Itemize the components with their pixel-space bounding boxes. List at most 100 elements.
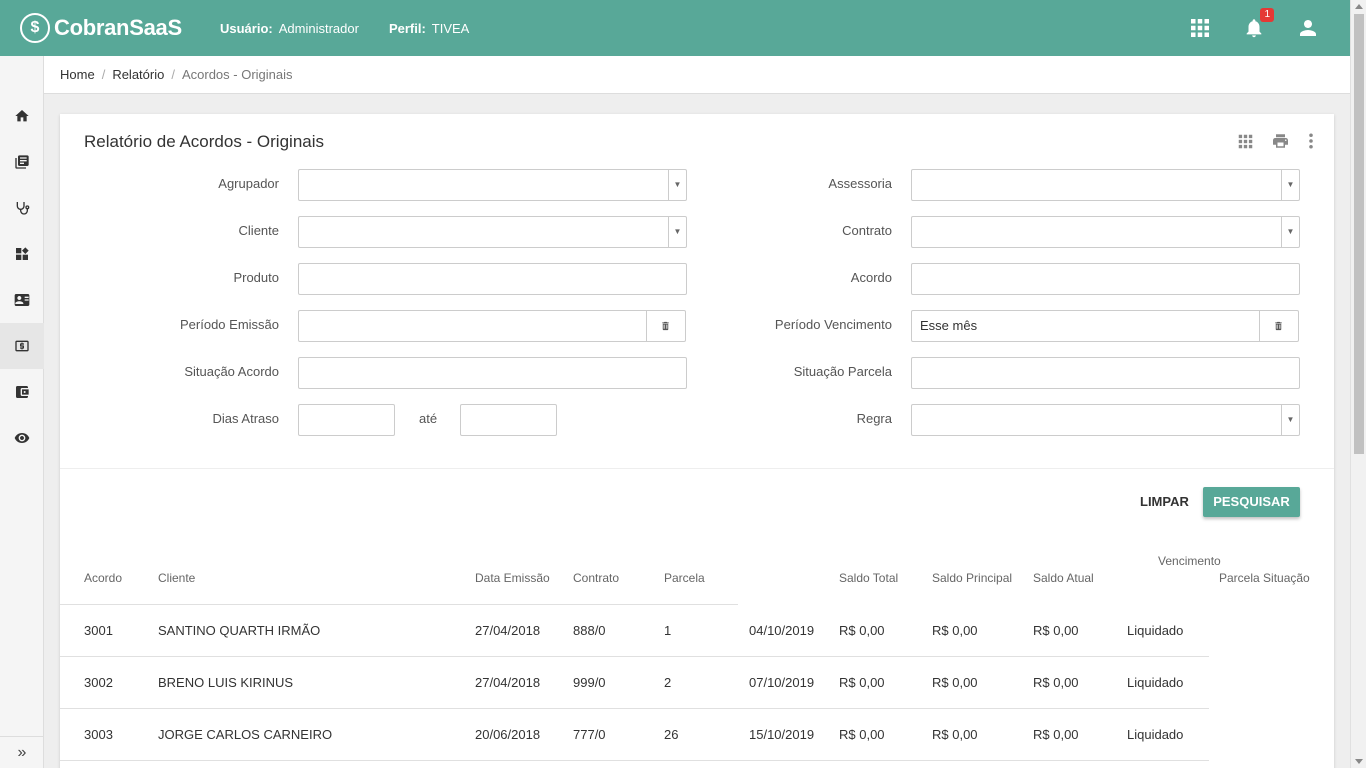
home-icon (15, 110, 29, 122)
cell-saldo-atual: R$ 0,00 (1033, 675, 1079, 690)
chevron-down-icon: ▼ (1281, 217, 1299, 247)
breadcrumb-separator: / (101, 67, 106, 82)
agrupador-label: Agrupador (218, 176, 279, 191)
contrato-select[interactable]: ▼ (911, 216, 1300, 248)
scroll-thumb[interactable] (1354, 14, 1364, 454)
stethoscope-icon (16, 202, 30, 215)
cell-saldo-total: R$ 0,00 (839, 675, 885, 690)
logo-text: CobranSaaS (54, 15, 182, 40)
periodo-vencimento-input[interactable]: Esse mês (911, 310, 1260, 342)
cell-parcela: 1 (664, 623, 672, 638)
dias-atraso-between-label: até (419, 411, 438, 426)
header-saldo-principal[interactable]: Saldo Principal (932, 571, 1012, 585)
trash-icon (662, 321, 669, 331)
profile-info: Perfil: TIVEA (389, 21, 469, 36)
header-parcela[interactable]: Parcela (664, 571, 705, 585)
cell-saldo-principal: R$ 0,00 (932, 675, 978, 690)
sidebar-item-wallet[interactable] (0, 369, 44, 415)
situacao-parcela-label: Situação Parcela (793, 364, 892, 379)
expand-sidebar-button[interactable]: » (0, 736, 44, 768)
top-bar: $ CobranSaaS Usuário: Administrador Perf… (0, 0, 1350, 56)
page-scrollbar[interactable] (1350, 0, 1366, 768)
cell-vencimento: 07/10/2019 (749, 675, 815, 690)
table-row[interactable]: 3002 BRENO LUIS KIRINUS 27/04/2018 999/0… (60, 657, 1209, 709)
clear-periodo-vencimento-button[interactable] (1259, 310, 1299, 342)
sidebar-item-view[interactable] (0, 415, 44, 461)
sidebar: » (0, 56, 44, 768)
cell-situacao: Liquidado (1127, 675, 1184, 690)
header-parcela-situacao[interactable]: Parcela Situação (1219, 571, 1310, 585)
logo-icon: $ (20, 13, 50, 43)
cell-saldo-principal: R$ 0,00 (932, 727, 978, 742)
search-button[interactable]: PESQUISAR (1203, 487, 1300, 517)
acordo-input[interactable] (911, 263, 1300, 295)
notifications-button[interactable]: 1 (1242, 8, 1274, 40)
money-icon (15, 340, 29, 352)
user-value: Administrador (278, 20, 359, 36)
regra-select[interactable]: ▼ (911, 404, 1300, 436)
sidebar-item-contacts[interactable] (0, 277, 44, 323)
chevron-down-icon: ▼ (1281, 170, 1299, 200)
dias-atraso-from-input[interactable] (298, 404, 395, 436)
sidebar-item-money[interactable] (0, 323, 44, 369)
library-books-icon (15, 155, 29, 169)
breadcrumb-report[interactable]: Relatório (112, 67, 164, 82)
table-row[interactable]: 3001 SANTINO QUARTH IRMÃO 27/04/2018 888… (60, 605, 1209, 657)
header-acordo[interactable]: Acordo (84, 571, 122, 585)
clear-button[interactable]: LIMPAR (1128, 487, 1201, 517)
situacao-parcela-input[interactable] (911, 357, 1300, 389)
cell-contrato: 888/0 (573, 623, 606, 638)
sidebar-item-stethoscope[interactable] (0, 185, 44, 231)
cell-cliente: JORGE CARLOS CARNEIRO (158, 727, 333, 742)
cell-acordo: 3002 (84, 675, 113, 690)
cell-data-emissao: 27/04/2018 (475, 623, 541, 638)
assessoria-select[interactable]: ▼ (911, 169, 1300, 201)
cell-parcela: 26 (664, 727, 679, 742)
cell-saldo-principal: R$ 0,00 (932, 623, 978, 638)
sidebar-item-library[interactable] (0, 139, 44, 185)
periodo-emissao-input[interactable] (298, 310, 647, 342)
agrupador-select[interactable]: ▼ (298, 169, 687, 201)
trash-icon (1275, 321, 1282, 331)
scroll-up-icon[interactable] (1355, 4, 1363, 9)
header-contrato[interactable]: Contrato (573, 571, 619, 585)
scroll-down-icon[interactable] (1355, 759, 1363, 764)
chevron-down-icon: ▼ (1281, 405, 1299, 435)
produto-input[interactable] (298, 263, 687, 295)
header-cliente[interactable]: Cliente (158, 571, 195, 585)
regra-label: Regra (856, 411, 892, 426)
print-icon[interactable] (1271, 132, 1290, 153)
report-card: Relatório de Acordos - Originais Agrupad… (60, 114, 1334, 768)
situacao-acordo-input[interactable] (298, 357, 687, 389)
header-saldo-total[interactable]: Saldo Total (839, 571, 898, 585)
person-icon[interactable] (1296, 16, 1320, 40)
periodo-vencimento-label: Período Vencimento (774, 317, 892, 332)
cell-vencimento: 04/10/2019 (749, 623, 815, 638)
top-icons: 1 (1188, 0, 1320, 56)
profile-label: Perfil: (388, 20, 426, 36)
breadcrumb-home[interactable]: Home (60, 67, 95, 82)
table-row[interactable]: 3003 JORGE CARLOS CARNEIRO 20/06/2018 77… (60, 709, 1209, 761)
cell-parcela: 2 (664, 675, 672, 690)
sidebar-item-home[interactable] (0, 93, 44, 139)
cell-saldo-total: R$ 0,00 (839, 623, 885, 638)
cliente-label: Cliente (238, 223, 279, 238)
profile-value: TIVEA (431, 20, 470, 36)
cell-acordo: 3003 (84, 727, 113, 742)
cell-saldo-atual: R$ 0,00 (1033, 623, 1079, 638)
header-data-emissao[interactable]: Data Emissão (475, 571, 550, 585)
dias-atraso-to-input[interactable] (460, 404, 557, 436)
cell-acordo: 3001 (84, 623, 113, 638)
situacao-acordo-label: Situação Acordo (184, 364, 279, 379)
app-logo[interactable]: $ CobranSaaS (20, 13, 220, 43)
header-vencimento[interactable]: Vencimento (1158, 554, 1221, 568)
grid-icon[interactable] (1238, 134, 1253, 152)
sidebar-item-dashboard[interactable] (0, 231, 44, 277)
produto-label: Produto (233, 270, 279, 285)
cliente-select[interactable]: ▼ (298, 216, 687, 248)
apps-grid-icon[interactable] (1188, 16, 1212, 40)
more-vert-icon[interactable] (1308, 133, 1314, 152)
header-saldo-atual[interactable]: Saldo Atual (1033, 571, 1094, 585)
cell-contrato: 999/0 (573, 675, 606, 690)
assessoria-label: Assessoria (828, 176, 892, 191)
